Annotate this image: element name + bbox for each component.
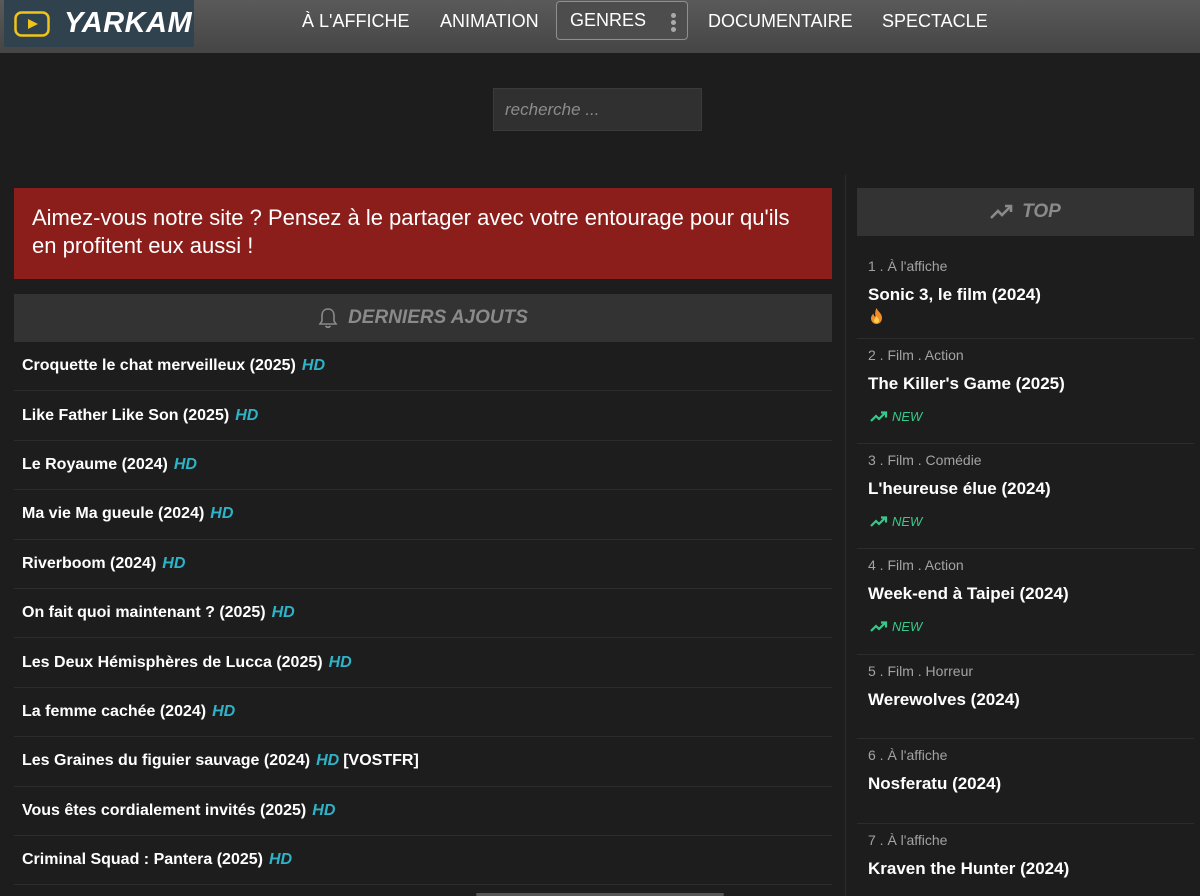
top-item[interactable]: 4 . Film . Action Week-end à Taipei (2024…: [857, 549, 1194, 655]
trending-up-icon: [870, 620, 888, 632]
new-label: NEW: [892, 514, 923, 529]
language-badge: [VOSTFR]: [343, 752, 419, 770]
movie-title: Like Father Like Son (2025): [22, 406, 230, 424]
quality-badge: HD: [316, 752, 340, 770]
quality-badge: HD: [328, 653, 352, 671]
list-item[interactable]: Criminal Squad : Pantera (2025) HD: [14, 836, 832, 886]
top-item[interactable]: 5 . Film . Horreur Werewolves (2024): [857, 655, 1194, 739]
top-item-meta: 2 . Film . Action: [868, 347, 964, 363]
play-icon: [14, 10, 50, 37]
nav-spectacle[interactable]: SPECTACLE: [882, 0, 988, 42]
nav-documentaire[interactable]: DOCUMENTAIRE: [708, 0, 853, 42]
top-item-meta: 3 . Film . Comédie: [868, 452, 982, 468]
top-item-meta: 6 . À l'affiche: [868, 747, 948, 763]
latest-heading: DERNIERS AJOUTS: [14, 294, 832, 342]
list-item[interactable]: Les Deux Hémisphères de Lucca (2025) HD: [14, 638, 832, 688]
nav-animation[interactable]: ANIMATION: [440, 0, 539, 42]
movie-title: On fait quoi maintenant ? (2025): [22, 604, 266, 622]
logo-text: YARKAM: [64, 7, 193, 39]
top-item-meta: 5 . Film . Horreur: [868, 663, 974, 679]
list-item[interactable]: Vous êtes cordialement invités (2025) HD: [14, 787, 832, 836]
new-badge: NEW: [870, 514, 922, 529]
list-item[interactable]: On fait quoi maintenant ? (2025) HD: [14, 589, 832, 639]
quality-badge: HD: [235, 406, 259, 424]
more-vertical-icon: [671, 13, 676, 32]
top-item[interactable]: 3 . Film . Comédie L'heureuse élue (2024)…: [857, 444, 1194, 549]
top-item-title: Week-end à Taipei (2024): [868, 584, 1069, 603]
top-item-title: Sonic 3, le film (2024): [868, 285, 1041, 304]
latest-heading-label: DERNIERS AJOUTS: [348, 307, 528, 328]
share-banner: Aimez-vous notre site ? Pensez à le part…: [14, 188, 832, 279]
movie-title: Les Deux Hémisphères de Lucca (2025): [22, 653, 323, 671]
latest-list: Croquette le chat merveilleux (2025) HD Li…: [14, 342, 832, 886]
site-logo[interactable]: YARKAM: [4, 0, 194, 47]
top-item-title: Nosferatu (2024): [868, 774, 1002, 793]
nav-genres-dropdown[interactable]: GENRES: [556, 1, 688, 40]
top-navbar: YARKAM À L'AFFICHE ANIMATION GENRES DOCU…: [0, 0, 1200, 53]
top-item-meta: 7 . À l'affiche: [868, 832, 948, 848]
top-item-title: Werewolves (2024): [868, 690, 1020, 709]
quality-badge: HD: [210, 505, 234, 523]
top-item-title: L'heureuse élue (2024): [868, 479, 1051, 498]
movie-title: Riverboom (2024): [22, 554, 157, 572]
quality-badge: HD: [312, 801, 336, 819]
quality-badge: HD: [173, 455, 197, 473]
movie-title: Les Graines du figuier sauvage (2024): [22, 752, 311, 770]
list-item[interactable]: Riverboom (2024) HD: [14, 540, 832, 589]
quality-badge: HD: [268, 851, 293, 869]
top-item-meta: 4 . Film . Action: [868, 557, 964, 573]
trending-up-icon: [870, 515, 888, 527]
top-item[interactable]: 7 . À l'affiche Kraven the Hunter (2024): [857, 824, 1194, 896]
quality-badge: HD: [162, 554, 186, 572]
new-badge: NEW: [870, 409, 922, 424]
list-item[interactable]: Like Father Like Son (2025) HD: [14, 391, 832, 441]
top-item-title: The Killer's Game (2025): [868, 374, 1065, 393]
top-item[interactable]: 6 . À l'affiche Nosferatu (2024): [857, 739, 1194, 824]
movie-title: Criminal Squad : Pantera (2025): [22, 851, 263, 869]
trending-up-icon: [990, 204, 1013, 219]
top-item[interactable]: 2 . Film . Action The Killer's Game (2025…: [857, 339, 1194, 444]
bell-icon: [318, 308, 338, 329]
movie-title: Croquette le chat merveilleux (2025): [22, 357, 296, 375]
column-divider: [845, 175, 846, 896]
quality-badge: HD: [301, 357, 325, 375]
top-item[interactable]: 1 . À l'affiche Sonic 3, le film (2024): [857, 250, 1194, 339]
list-item[interactable]: La femme cachée (2024) HD: [14, 688, 832, 738]
movie-title: La femme cachée (2024): [22, 702, 207, 720]
movie-title: Le Royaume (2024): [22, 455, 168, 473]
search-input[interactable]: recherche ...: [493, 88, 702, 131]
nav-a-l-affiche[interactable]: À L'AFFICHE: [302, 0, 409, 42]
quality-badge: HD: [212, 702, 236, 720]
quality-badge: HD: [271, 604, 295, 622]
top-heading: TOP: [857, 188, 1194, 236]
fire-icon: [870, 308, 883, 324]
nav-genres-label: GENRES: [570, 10, 647, 30]
movie-title: Vous êtes cordialement invités (2025): [22, 801, 307, 819]
top-heading-label: TOP: [1022, 201, 1061, 222]
top-item-title: Kraven the Hunter (2024): [868, 859, 1070, 878]
movie-title: Ma vie Ma gueule (2024): [22, 505, 205, 523]
list-item[interactable]: Les Graines du figuier sauvage (2024) HD[…: [14, 737, 832, 787]
new-label: NEW: [892, 619, 923, 634]
new-badge: NEW: [870, 619, 922, 634]
trending-up-icon: [870, 410, 888, 422]
list-item[interactable]: Ma vie Ma gueule (2024) HD: [14, 490, 832, 540]
new-label: NEW: [892, 409, 923, 424]
top-item-meta: 1 . À l'affiche: [868, 258, 948, 274]
list-item[interactable]: Le Royaume (2024) HD: [14, 441, 832, 491]
list-item[interactable]: Croquette le chat merveilleux (2025) HD: [14, 342, 832, 392]
